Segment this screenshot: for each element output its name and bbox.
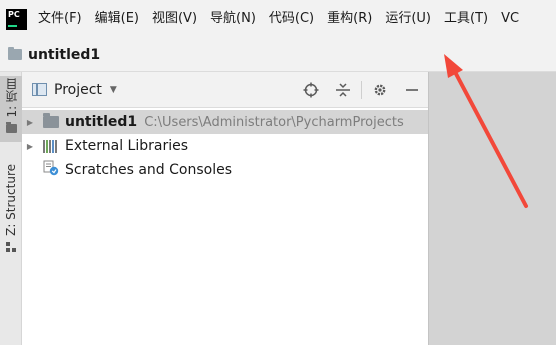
pycharm-logo-icon[interactable]: PC bbox=[6, 8, 27, 30]
collapse-all-icon[interactable] bbox=[333, 80, 353, 100]
tree-item-label: untitled1 bbox=[65, 114, 138, 130]
gear-icon[interactable] bbox=[370, 80, 390, 100]
toolbar-separator bbox=[361, 81, 362, 99]
menu-file[interactable]: 文件(F) bbox=[33, 0, 87, 38]
menu-run[interactable]: 运行(U) bbox=[380, 0, 436, 38]
expand-arrow-icon[interactable]: ▶ bbox=[25, 142, 35, 151]
project-panel: Project ▼ ▶ untitled1 C:\Users\Administr… bbox=[22, 72, 428, 345]
navigation-bar: untitled1 bbox=[0, 38, 556, 72]
project-panel-header: Project ▼ bbox=[22, 72, 428, 108]
editor-area[interactable] bbox=[428, 72, 556, 345]
project-breadcrumb[interactable]: untitled1 bbox=[28, 47, 100, 63]
minimize-icon[interactable] bbox=[402, 80, 422, 100]
logo-bar bbox=[8, 24, 17, 27]
folder-icon bbox=[43, 113, 59, 128]
project-view-selector[interactable]: Project bbox=[54, 82, 102, 98]
menu-navigate[interactable]: 导航(N) bbox=[205, 0, 261, 38]
logo-text: PC bbox=[8, 9, 20, 19]
tab-structure[interactable]: Z: Structure bbox=[0, 164, 22, 264]
library-icon bbox=[43, 139, 59, 153]
menu-view[interactable]: 视图(V) bbox=[147, 0, 202, 38]
chevron-down-icon[interactable]: ▼ bbox=[110, 85, 117, 95]
tree-item-path: C:\Users\Administrator\PycharmProjects bbox=[144, 114, 404, 130]
menu-vcs[interactable]: VC bbox=[496, 0, 524, 38]
tab-project[interactable]: 1: 项目 bbox=[0, 76, 22, 142]
panel-toolbar bbox=[295, 72, 428, 108]
menu-bar: PC 文件(F) 编辑(E) 视图(V) 导航(N) 代码(C) 重构(R) 运… bbox=[0, 0, 556, 38]
menu-edit[interactable]: 编辑(E) bbox=[90, 0, 144, 38]
folder-icon bbox=[8, 47, 22, 60]
tab-structure-label: Z: Structure bbox=[4, 164, 18, 236]
project-view-icon bbox=[32, 83, 47, 96]
tree-row-scratches[interactable]: Scratches and Consoles bbox=[22, 158, 428, 182]
menu-tools[interactable]: 工具(T) bbox=[439, 0, 493, 38]
tree-item-label: External Libraries bbox=[65, 138, 188, 154]
crosshair-icon[interactable] bbox=[301, 80, 321, 100]
tree-row-external-libraries[interactable]: ▶ External Libraries bbox=[22, 134, 428, 158]
structure-icon bbox=[6, 241, 16, 252]
menu-refactor[interactable]: 重构(R) bbox=[322, 0, 377, 38]
tree-row-project-root[interactable]: ▶ untitled1 C:\Users\Administrator\Pycha… bbox=[22, 110, 428, 134]
tree-item-label: Scratches and Consoles bbox=[65, 162, 232, 178]
tab-project-label: 1: 项目 bbox=[4, 78, 19, 118]
project-tree: ▶ untitled1 C:\Users\Administrator\Pycha… bbox=[22, 108, 428, 182]
project-folder-icon bbox=[5, 121, 17, 133]
left-tool-strip: 1: 项目 Z: Structure bbox=[0, 72, 22, 345]
scratches-icon bbox=[43, 160, 59, 180]
expand-arrow-icon[interactable]: ▶ bbox=[25, 118, 35, 127]
menu-code[interactable]: 代码(C) bbox=[264, 0, 319, 38]
